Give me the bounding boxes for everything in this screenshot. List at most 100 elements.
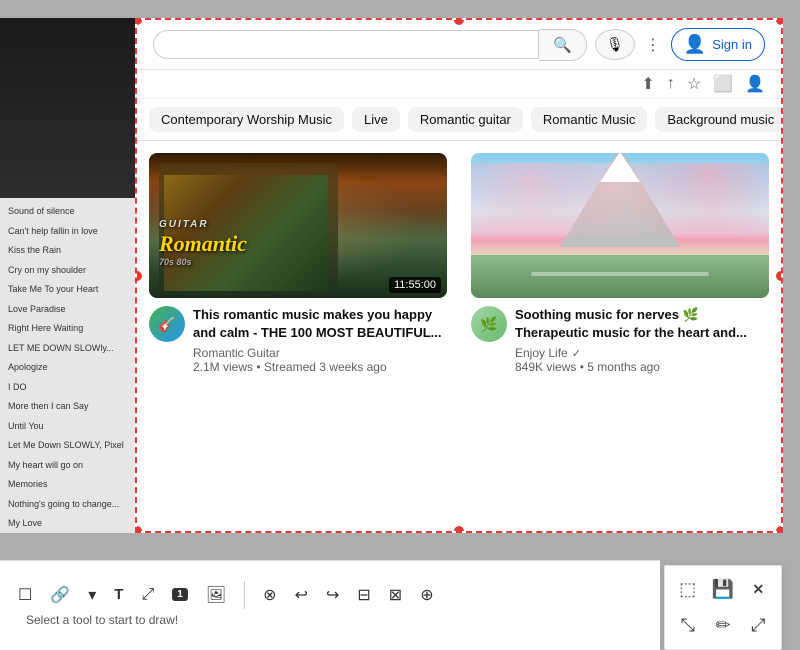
- eraser-tool-button[interactable]: ⊗: [257, 581, 282, 609]
- rectangle-tool-button[interactable]: ☐: [12, 581, 38, 609]
- chip-live[interactable]: Live: [352, 107, 400, 132]
- video-info-2: 🌿 Soothing music for nerves 🌿 Therapeuti…: [471, 306, 769, 374]
- user-icon: 👤: [745, 74, 765, 94]
- list-item: Can't help fallin in love: [0, 222, 135, 242]
- youtube-header: 🔍 🎙 ⋮ 👤 Sign in: [137, 20, 781, 70]
- image-icon: 🖼: [206, 585, 226, 605]
- undo-button[interactable]: ↩: [289, 581, 314, 609]
- chip-worship[interactable]: Contemporary Worship Music: [149, 107, 344, 132]
- main-toolbar: ☐ 🔗 ▾ T ⤢ 1 🖼 ⊗: [0, 560, 660, 650]
- list-item: Right Here Waiting: [0, 319, 135, 339]
- upload-time-1: Streamed 3 weeks ago: [264, 360, 387, 374]
- video-thumb-2: [471, 153, 769, 298]
- copy-icon: ⬚: [679, 579, 696, 600]
- list-item: Memories: [0, 475, 135, 495]
- video-card-2[interactable]: 🌿 Soothing music for nerves 🌿 Therapeuti…: [459, 141, 781, 386]
- delete2-button[interactable]: ⊠: [383, 581, 408, 609]
- chip-romantic-guitar[interactable]: Romantic guitar: [408, 107, 523, 132]
- text-icon: T: [114, 586, 123, 603]
- resize-handle-br[interactable]: [776, 526, 783, 533]
- rectangle-icon: ☐: [18, 585, 32, 605]
- bottom-toolbar-container: ☐ 🔗 ▾ T ⤢ 1 🖼 ⊗: [0, 560, 800, 650]
- list-item: Apologize: [0, 358, 135, 378]
- video-stats-1: 2.1M views • Streamed 3 weeks ago: [193, 360, 447, 374]
- filter-chips: Contemporary Worship Music Live Romantic…: [137, 99, 781, 141]
- list-item: Nothing's going to change...: [0, 495, 135, 515]
- sign-in-label: Sign in: [712, 37, 752, 52]
- list-item: Kiss the Rain: [0, 241, 135, 261]
- eraser-icon: ⊗: [263, 585, 276, 605]
- expand-button[interactable]: ⤢: [742, 609, 775, 644]
- image-tool-button[interactable]: 🖼: [200, 581, 232, 609]
- tablet-icon-button[interactable]: ⬜: [713, 74, 733, 94]
- sign-in-button[interactable]: 👤 Sign in: [671, 28, 765, 61]
- badge-tool-button[interactable]: 1: [166, 584, 194, 605]
- badge-icon: 1: [172, 588, 188, 601]
- copy-button[interactable]: ⬚: [671, 572, 704, 607]
- toolbar-hint-row: Select a tool to start to draw!: [0, 609, 660, 631]
- share-icon: ↑: [667, 75, 675, 93]
- list-item: My Love: [0, 514, 135, 533]
- mic-icon: 🎙: [606, 36, 624, 53]
- video-title-1: This romantic music makes you happy and …: [193, 306, 447, 342]
- top-icons-row: ⬆ ↑ ☆ ⬜ 👤: [137, 70, 781, 99]
- resize-handle-bl[interactable]: [135, 526, 142, 533]
- video-meta-2: Soothing music for nerves 🌿 Therapeutic …: [515, 306, 769, 374]
- user-icon-button[interactable]: 👤: [745, 74, 765, 94]
- crop2-button[interactable]: ⤡: [671, 609, 704, 644]
- delete1-button[interactable]: ⊟: [351, 581, 376, 609]
- resize-handle-bm[interactable]: [454, 526, 464, 533]
- video-title-2: Soothing music for nerves 🌿 Therapeutic …: [515, 306, 769, 342]
- header-icons: ⋮ 👤 Sign in: [645, 28, 765, 61]
- undo-icon: ↩: [295, 585, 308, 605]
- float-panel: ⬚ 💾 ✕ ⤡ ✏ ⤢: [664, 565, 782, 650]
- guitar-thumbnail: GUITAR Romantic 70s 80s 11:55:00: [149, 153, 447, 298]
- save-button[interactable]: 💾: [706, 572, 739, 607]
- list-item: My heart will go on: [0, 456, 135, 476]
- video-stats-2: 849K views • 5 months ago: [515, 360, 769, 374]
- search-bar[interactable]: [153, 30, 539, 59]
- mic-button[interactable]: 🎙: [595, 29, 635, 60]
- redo-icon: ↪: [326, 585, 339, 605]
- pen-button[interactable]: ✏: [706, 609, 739, 644]
- video-grid: GUITAR Romantic 70s 80s 11:55:00 🎸 This …: [137, 141, 781, 386]
- video-info-1: 🎸 This romantic music makes you happy an…: [149, 306, 447, 374]
- share-icon-button[interactable]: ↑: [667, 75, 675, 93]
- playlist-sidebar: Sound of silence Can't help fallin in lo…: [0, 18, 135, 533]
- search-button[interactable]: 🔍: [539, 29, 587, 61]
- save-icon: 💾: [712, 579, 734, 600]
- channel-name-1: Romantic Guitar: [193, 346, 447, 360]
- chip-romantic-music[interactable]: Romantic Music: [531, 107, 647, 132]
- video-card-1[interactable]: GUITAR Romantic 70s 80s 11:55:00 🎸 This …: [137, 141, 459, 386]
- channel-label-2: Enjoy Life: [515, 346, 568, 360]
- list-item: Take Me To your Heart: [0, 280, 135, 300]
- list-item: I DO: [0, 378, 135, 398]
- star-icon-button[interactable]: ☆: [687, 74, 701, 94]
- upload-icon-button[interactable]: ⬆: [641, 74, 654, 94]
- cherry-blossom-layer: [471, 163, 769, 236]
- more-options-button[interactable]: ⋮: [645, 35, 661, 55]
- crop-tool-button[interactable]: ⤢: [135, 582, 160, 608]
- list-item: Let Me Down SLOWLY, Pixel: [0, 436, 135, 456]
- dropdown-tool-button[interactable]: ▾: [82, 581, 102, 609]
- pen-icon: ✏: [715, 615, 730, 636]
- chip-background-music[interactable]: Background music: [655, 107, 781, 132]
- exit-tool-button[interactable]: ⊕: [414, 581, 439, 609]
- search-input[interactable]: [166, 37, 526, 52]
- close-button[interactable]: ✕: [742, 572, 775, 607]
- list-item: LET ME DOWN SLOWly...: [0, 339, 135, 359]
- crop-icon: ⤢: [141, 586, 154, 604]
- link-tool-button[interactable]: 🔗: [44, 581, 76, 609]
- verified-badge-2: ✓: [572, 347, 581, 360]
- dropdown-icon: ▾: [88, 585, 96, 605]
- text-tool-button[interactable]: T: [108, 582, 129, 607]
- redo-button[interactable]: ↪: [320, 581, 345, 609]
- view-count-2: 849K views: [515, 360, 576, 374]
- resize-handle-tr[interactable]: [776, 18, 783, 25]
- channel-name-2: Enjoy Life ✓: [515, 346, 769, 360]
- tablet-icon: ⬜: [713, 74, 733, 94]
- cherry-thumbnail: [471, 153, 769, 298]
- guitar-text-overlay: GUITAR Romantic 70s 80s: [159, 219, 247, 268]
- resize-handle-mr[interactable]: [776, 271, 783, 281]
- channel-avatar-2: 🌿: [471, 306, 507, 342]
